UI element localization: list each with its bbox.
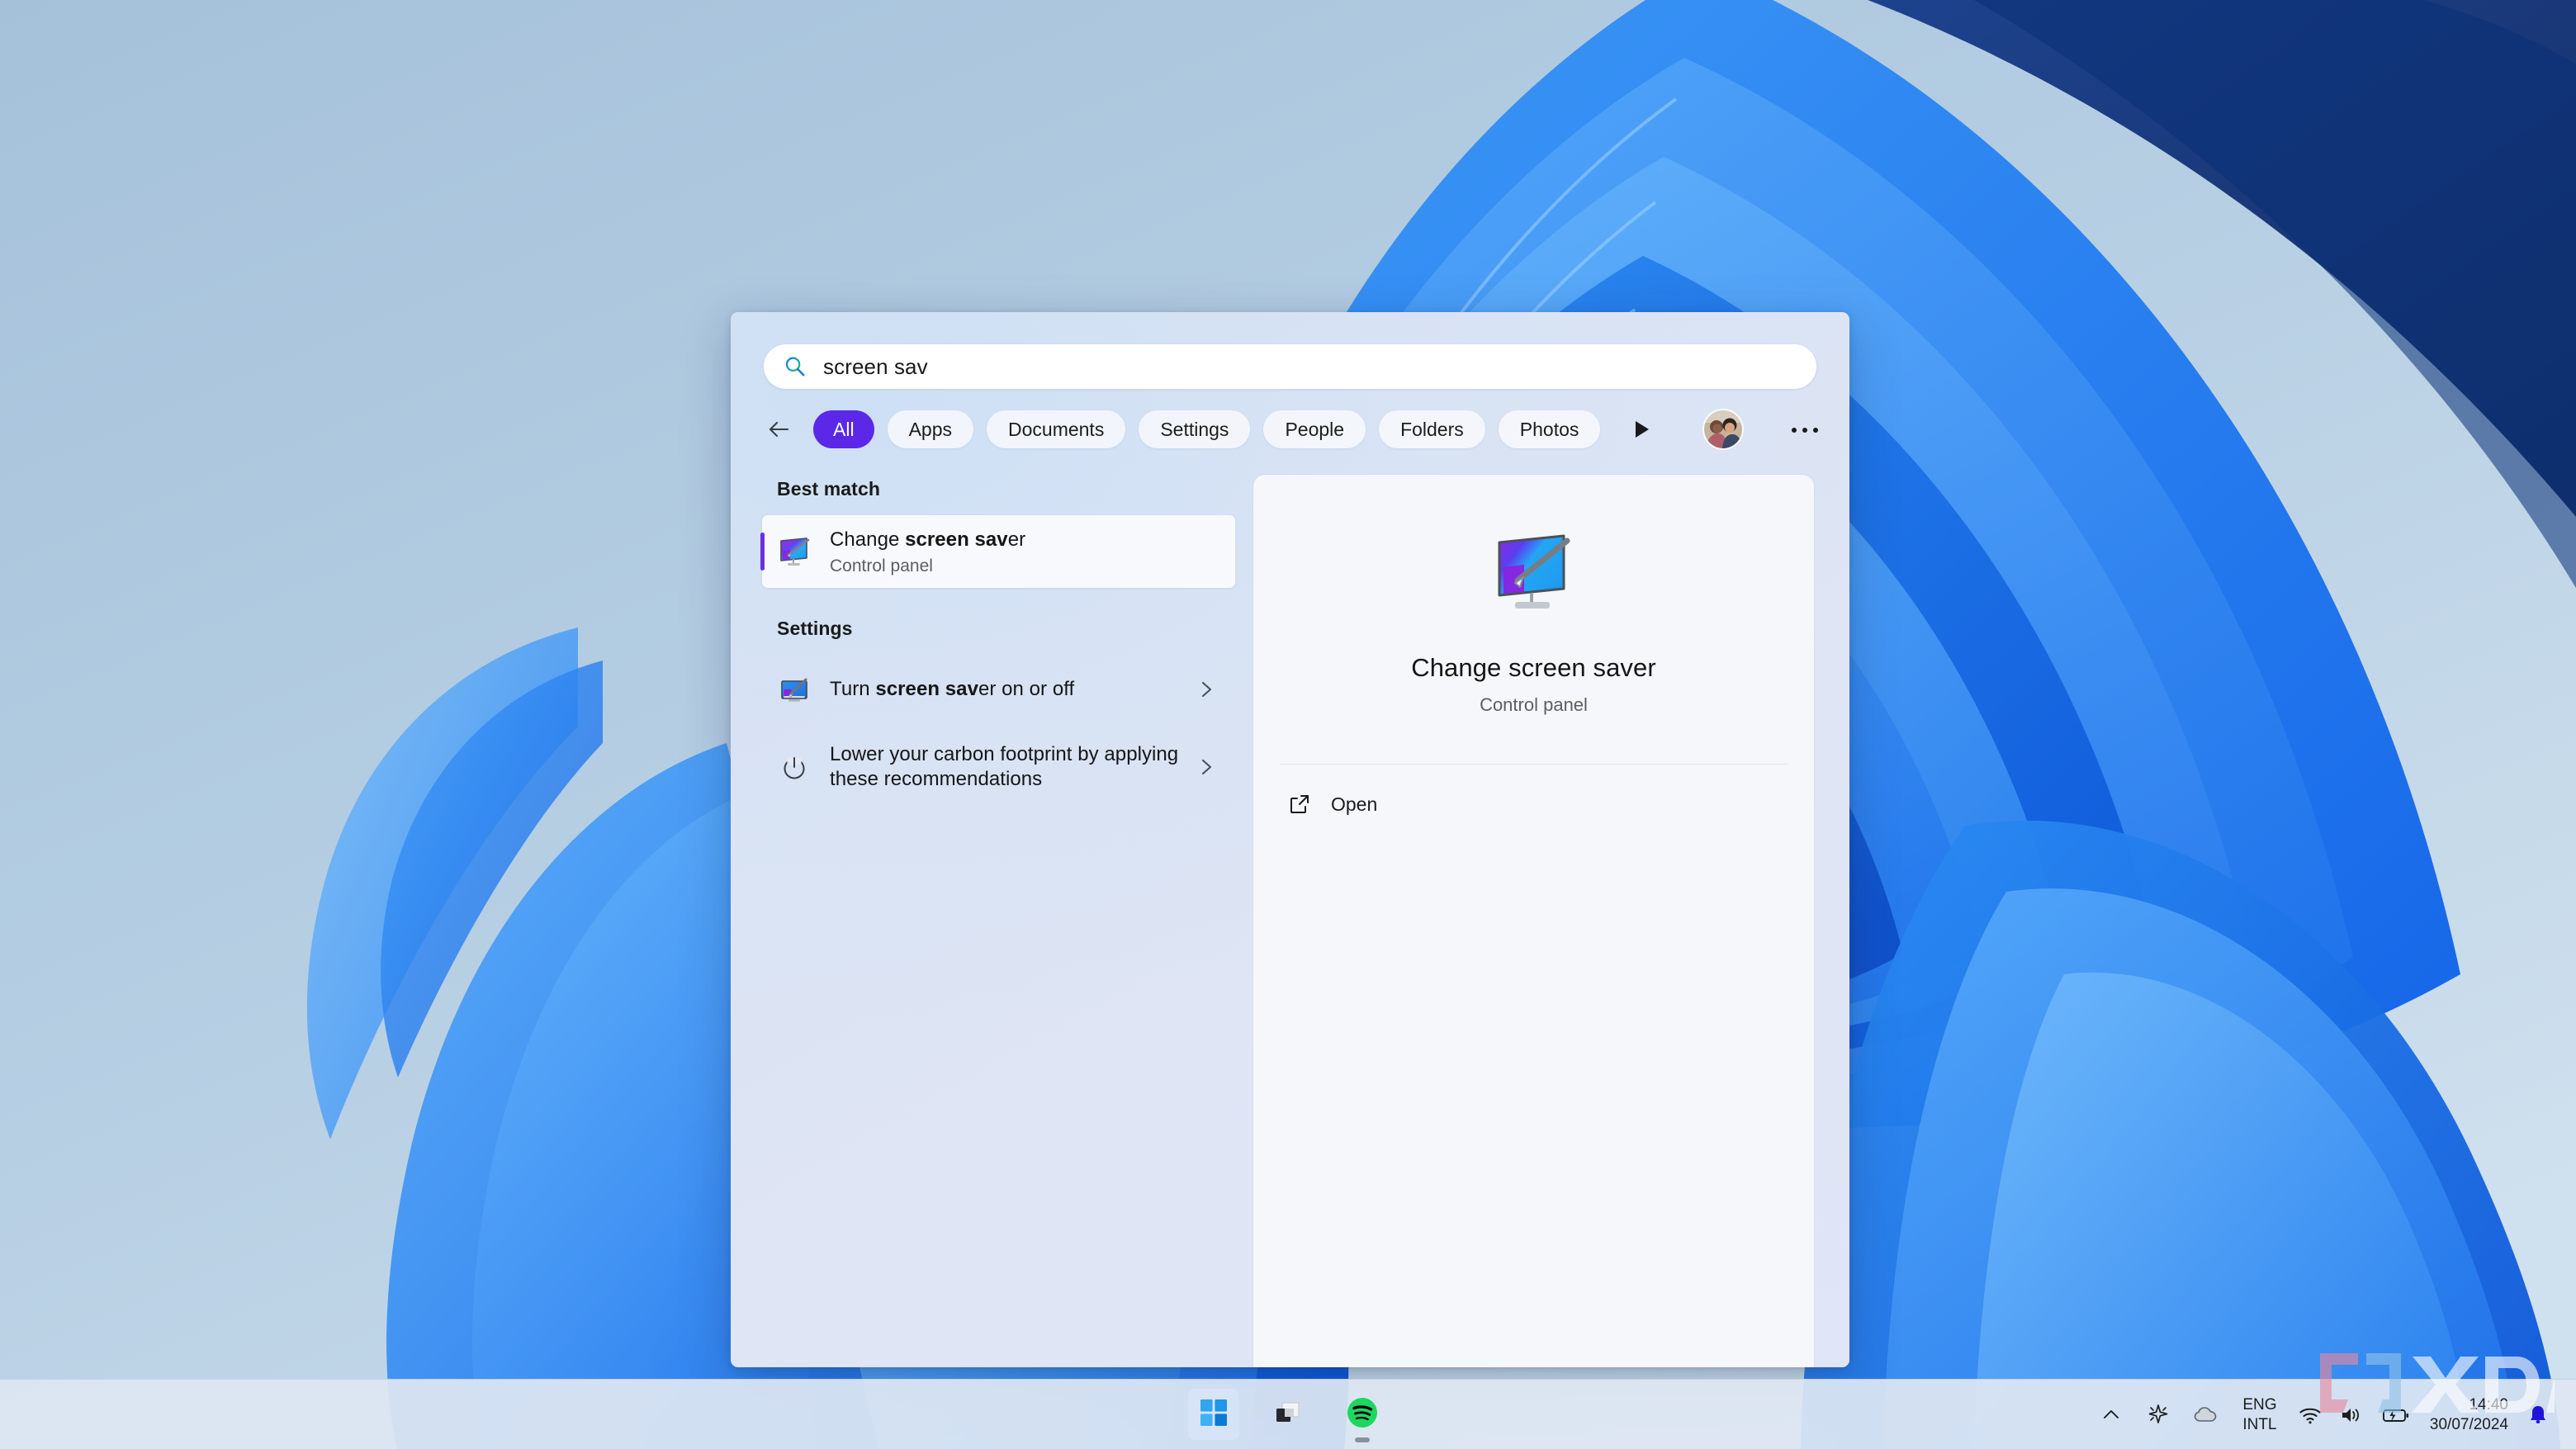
- open-label: Open: [1331, 793, 1378, 815]
- filter-pill-documents[interactable]: Documents: [987, 410, 1126, 448]
- app-running-indicator: [1355, 1437, 1370, 1442]
- search-input-value: screen sav: [823, 353, 928, 379]
- system-tray: ENG INTL 14:40 30/07/2024: [2088, 1380, 2576, 1449]
- settings-result-carbon-footprint[interactable]: Lower your carbon footprint by applying …: [762, 724, 1235, 810]
- filter-pill-all[interactable]: All: [813, 410, 874, 448]
- settings-result-title: Turn screen saver on or off: [830, 678, 1075, 700]
- chevron-right-icon[interactable]: [1196, 756, 1217, 778]
- preview-subtitle: Control panel: [1480, 694, 1588, 715]
- preview-title: Change screen saver: [1411, 653, 1656, 682]
- best-match-title: Change screen saver: [830, 528, 1026, 551]
- search-icon: [784, 355, 807, 378]
- play-icon[interactable]: [1627, 415, 1655, 443]
- task-view-icon: [1273, 1398, 1303, 1432]
- taskbar: ENG INTL 14:40 30/07/2024: [0, 1379, 2576, 1449]
- language-indicator[interactable]: ENG INTL: [2230, 1380, 2290, 1449]
- external-link-icon: [1288, 793, 1311, 816]
- ellipsis-icon[interactable]: [1788, 424, 1821, 434]
- language-line-2: INTL: [2242, 1415, 2277, 1433]
- screen-saver-monitor-icon: [1488, 526, 1580, 618]
- filter-pill-people[interactable]: People: [1263, 410, 1366, 448]
- open-action-button[interactable]: Open: [1280, 793, 1788, 816]
- best-match-result[interactable]: Change screen saver Control panel: [760, 515, 1235, 588]
- screen-saver-monitor-icon: [777, 672, 812, 707]
- copilot-sparkle-icon[interactable]: [2134, 1380, 2182, 1449]
- notification-bell-icon[interactable]: [2522, 1380, 2555, 1449]
- search-filter-bar: All Apps Documents Settings People Folde…: [731, 389, 1849, 448]
- results-column: Best match Change screen saver Control p…: [731, 448, 1253, 1367]
- battery-charging-icon[interactable]: [2372, 1380, 2420, 1449]
- clock-date: 30/07/2024: [2429, 1415, 2508, 1433]
- back-arrow-icon[interactable]: [764, 414, 795, 445]
- search-flyout-panel: screen sav All Apps Documents Settings P…: [731, 312, 1849, 1367]
- volume-icon[interactable]: [2331, 1380, 2372, 1449]
- start-button[interactable]: [1188, 1389, 1239, 1440]
- preview-panel: Change screen saver Control panel Open: [1253, 475, 1814, 1367]
- power-icon: [777, 750, 812, 784]
- filter-pill-settings[interactable]: Settings: [1139, 410, 1251, 448]
- preview-divider: [1280, 764, 1788, 765]
- clock-time: 14:40: [2469, 1395, 2508, 1413]
- wifi-icon[interactable]: [2290, 1380, 2331, 1449]
- chevron-up-icon[interactable]: [2088, 1380, 2134, 1449]
- spotify-icon: [1346, 1396, 1379, 1433]
- taskbar-center-group: [1188, 1389, 1388, 1442]
- user-avatar[interactable]: [1704, 410, 1743, 448]
- clock-and-date[interactable]: 14:40 30/07/2024: [2420, 1380, 2522, 1449]
- settings-result-text: Turn screen saver on or off: [830, 677, 1196, 702]
- settings-result-title: Lower your carbon footprint by applying …: [830, 743, 1179, 790]
- best-match-subtitle: Control panel: [830, 556, 933, 575]
- settings-result-text: Lower your carbon footprint by applying …: [830, 742, 1196, 792]
- language-line-1: ENG: [2242, 1396, 2277, 1414]
- settings-result-screen-saver[interactable]: Turn screen saver on or off: [762, 655, 1235, 724]
- onedrive-cloud-icon[interactable]: [2182, 1380, 2230, 1449]
- chevron-right-icon[interactable]: [1196, 679, 1217, 700]
- spotify-button[interactable]: [1337, 1389, 1388, 1442]
- settings-heading: Settings: [777, 618, 853, 639]
- search-input[interactable]: screen sav: [764, 344, 1816, 389]
- screen-saver-monitor-icon: [777, 534, 812, 569]
- filter-pill-apps[interactable]: Apps: [887, 410, 973, 448]
- best-match-heading: Best match: [777, 478, 880, 500]
- selection-accent-bar: [760, 533, 765, 571]
- windows-start-icon: [1200, 1399, 1228, 1431]
- task-view-button[interactable]: [1262, 1389, 1314, 1440]
- filter-pill-folders[interactable]: Folders: [1379, 410, 1485, 448]
- search-results-body: Best match Change screen saver Control p…: [731, 448, 1849, 1367]
- filter-pill-photos[interactable]: Photos: [1498, 410, 1601, 448]
- search-box-container: screen sav: [731, 312, 1849, 389]
- best-match-text: Change screen saver Control panel: [830, 528, 1235, 576]
